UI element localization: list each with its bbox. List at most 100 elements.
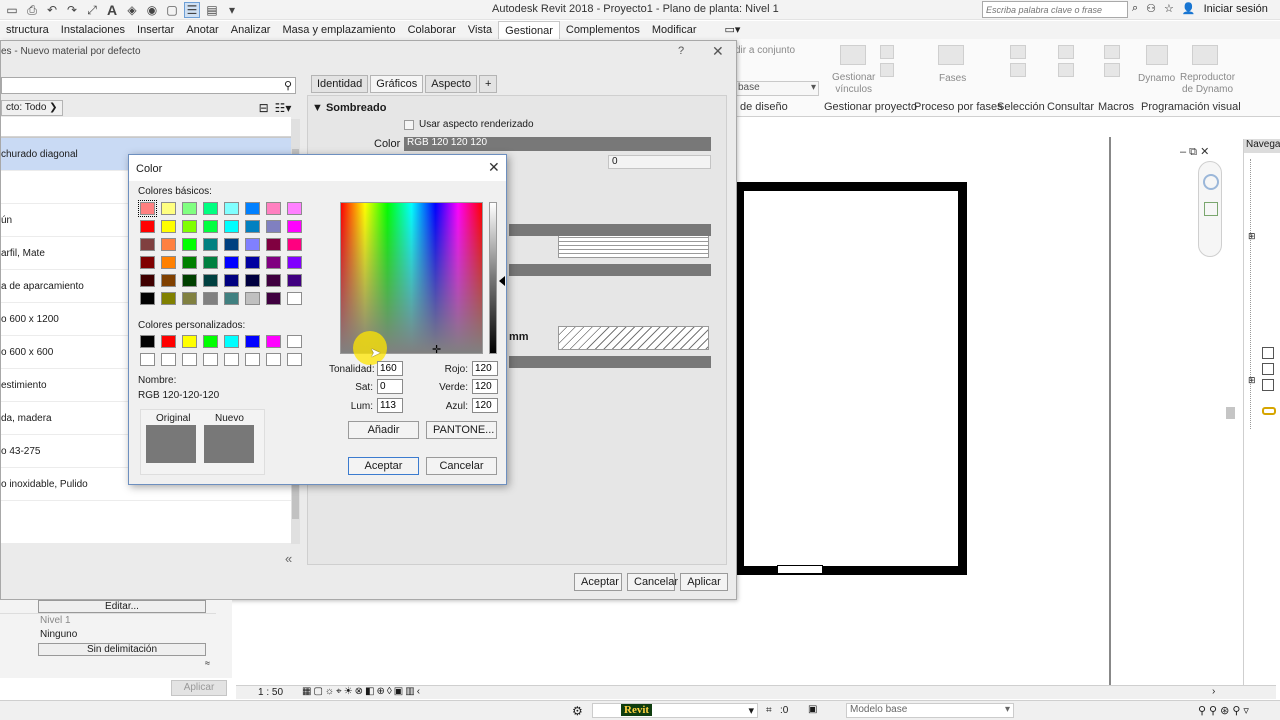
switch-windows-icon[interactable]: ▤ bbox=[204, 2, 220, 18]
ribbon-options-dropdown-icon[interactable]: ▭▾ bbox=[718, 21, 746, 39]
surface-pattern-alignment[interactable] bbox=[509, 264, 711, 276]
material-search-input[interactable]: ⚲ bbox=[1, 77, 296, 94]
selection-filter-icons[interactable]: ⚲⚲⊛⚲▿ bbox=[1198, 704, 1252, 717]
warnings-icon[interactable] bbox=[1058, 63, 1074, 77]
ribbon-tab[interactable]: Colaborar bbox=[402, 21, 462, 39]
basic-color-swatch[interactable] bbox=[266, 220, 281, 233]
print-icon[interactable]: ⎙ bbox=[24, 2, 40, 18]
communication-icon[interactable]: ⚇ bbox=[1146, 2, 1156, 15]
surface-pattern-color[interactable] bbox=[509, 224, 711, 236]
no-limit-button[interactable]: Sin delimitación bbox=[38, 643, 206, 656]
custom-color-swatch[interactable] bbox=[140, 335, 155, 348]
dynamo-icon[interactable] bbox=[1146, 45, 1168, 65]
cancel-button[interactable]: Cancelar bbox=[426, 457, 497, 475]
basic-color-swatch[interactable] bbox=[161, 238, 176, 251]
view-options-icon[interactable]: ⊟ bbox=[259, 101, 269, 115]
schedule-icon[interactable] bbox=[1262, 347, 1274, 359]
redo-icon[interactable]: ↷ bbox=[64, 2, 80, 18]
lum-input[interactable] bbox=[377, 398, 403, 413]
material-tab[interactable]: Gráficos bbox=[370, 75, 424, 93]
basic-color-swatch[interactable] bbox=[287, 220, 302, 233]
design-option-select[interactable]: base ▾ bbox=[735, 81, 819, 96]
macro-security-icon[interactable] bbox=[1104, 63, 1120, 77]
custom-color-swatch[interactable] bbox=[140, 353, 155, 366]
ribbon-tab[interactable]: Gestionar bbox=[498, 21, 560, 39]
save-icon[interactable]: ▭ bbox=[4, 2, 20, 18]
basic-color-swatch[interactable] bbox=[161, 256, 176, 269]
sign-in-label[interactable]: Iniciar sesión bbox=[1204, 3, 1268, 15]
basic-color-swatch[interactable] bbox=[140, 274, 155, 287]
dynamo-button[interactable]: Dynamo bbox=[1138, 73, 1175, 85]
properties-apply-button[interactable]: Aplicar bbox=[171, 680, 227, 696]
phases-icon[interactable] bbox=[938, 45, 964, 65]
phases-button[interactable]: Fases bbox=[939, 73, 966, 85]
material-tab[interactable]: Identidad bbox=[311, 75, 369, 93]
accept-button[interactable]: Aceptar bbox=[348, 457, 419, 475]
cut-pattern-preview[interactable] bbox=[558, 326, 709, 350]
dynamo-player-button[interactable]: Reproductor de Dynamo bbox=[1180, 72, 1235, 96]
custom-color-swatch[interactable] bbox=[224, 353, 239, 366]
basic-color-swatch[interactable] bbox=[266, 202, 281, 215]
design-options-icon[interactable]: ▣ bbox=[808, 704, 817, 715]
search-input[interactable] bbox=[982, 1, 1128, 18]
basic-color-swatch[interactable] bbox=[203, 238, 218, 251]
red-input[interactable] bbox=[472, 361, 498, 376]
3d-view-icon[interactable]: ◈ bbox=[124, 2, 140, 18]
view-tools-icons[interactable]: ▦▢☼⌖☀⊗◧⊕◊▣▥‹ bbox=[302, 686, 422, 697]
apply-button[interactable]: Aplicar bbox=[680, 573, 728, 591]
basic-color-swatch[interactable] bbox=[266, 292, 281, 305]
basic-color-swatch[interactable] bbox=[182, 202, 197, 215]
color-swatch-field[interactable]: RGB 120 120 120 bbox=[404, 137, 711, 151]
project-materials-filter[interactable]: cto: Todo ❯ bbox=[1, 100, 63, 116]
surface-pattern-preview[interactable] bbox=[558, 234, 709, 258]
basic-color-swatch[interactable] bbox=[182, 274, 197, 287]
scale-label[interactable]: 1 : 50 bbox=[258, 687, 283, 698]
vertical-scrollbar-thumb[interactable] bbox=[1226, 407, 1235, 419]
thin-lines-icon[interactable]: ☰ bbox=[184, 2, 200, 18]
user-icon[interactable]: 👤 bbox=[1182, 2, 1196, 15]
basic-color-swatch[interactable] bbox=[266, 238, 281, 251]
basic-color-swatch[interactable] bbox=[161, 292, 176, 305]
custom-color-swatch[interactable] bbox=[245, 335, 260, 348]
custom-color-swatch[interactable] bbox=[266, 335, 281, 348]
select-save-icon[interactable] bbox=[1010, 45, 1026, 59]
accept-button[interactable]: Aceptar bbox=[574, 573, 622, 591]
ribbon-tab[interactable]: Instalaciones bbox=[55, 21, 131, 39]
sheets-icon[interactable] bbox=[1262, 363, 1274, 375]
basic-color-swatch[interactable] bbox=[182, 220, 197, 233]
editable-only-icon[interactable]: ⌗ bbox=[766, 705, 772, 716]
measure-icon[interactable]: ⤢ bbox=[84, 2, 100, 18]
basic-color-swatch[interactable] bbox=[224, 256, 239, 269]
material-tab[interactable]: Aspecto bbox=[425, 75, 477, 93]
basic-color-swatch[interactable] bbox=[224, 292, 239, 305]
basic-color-swatch[interactable] bbox=[140, 220, 155, 233]
manage-links-button[interactable]: Gestionar vínculos bbox=[832, 72, 875, 96]
macro-manager-icon[interactable] bbox=[1104, 45, 1120, 59]
blue-input[interactable] bbox=[472, 398, 498, 413]
luminance-arrow-icon[interactable] bbox=[499, 276, 505, 286]
basic-color-swatch[interactable] bbox=[182, 292, 197, 305]
scroll-right-icon[interactable]: › bbox=[1212, 686, 1215, 697]
sat-input[interactable] bbox=[377, 379, 403, 394]
worksets-icon[interactable]: ⚙ bbox=[572, 704, 583, 718]
basic-color-swatch[interactable] bbox=[203, 274, 218, 287]
basic-color-swatch[interactable] bbox=[287, 256, 302, 269]
zoom-icon[interactable] bbox=[1204, 202, 1218, 216]
basic-color-swatch[interactable] bbox=[266, 256, 281, 269]
custom-color-swatch[interactable] bbox=[203, 335, 218, 348]
ribbon-tab[interactable]: structura bbox=[0, 21, 55, 39]
tree-expand-icon[interactable]: ⊞ bbox=[1248, 231, 1256, 242]
add-custom-color-button[interactable]: Añadir bbox=[348, 421, 419, 439]
ribbon-tab[interactable]: Vista bbox=[462, 21, 498, 39]
custom-color-swatch[interactable] bbox=[224, 335, 239, 348]
undo-icon[interactable]: ↶ bbox=[44, 2, 60, 18]
hue-input[interactable] bbox=[377, 361, 403, 376]
steering-wheel-icon[interactable] bbox=[1203, 174, 1219, 190]
basic-color-swatch[interactable] bbox=[140, 256, 155, 269]
dynamo-player-icon[interactable] bbox=[1192, 45, 1218, 65]
cut-pattern-color[interactable] bbox=[509, 356, 711, 368]
navigation-bar[interactable] bbox=[1198, 161, 1222, 257]
manage-links-icon[interactable] bbox=[840, 45, 866, 65]
use-render-checkbox[interactable] bbox=[404, 120, 414, 130]
qat-dropdown-icon[interactable]: ▾ bbox=[224, 2, 240, 18]
